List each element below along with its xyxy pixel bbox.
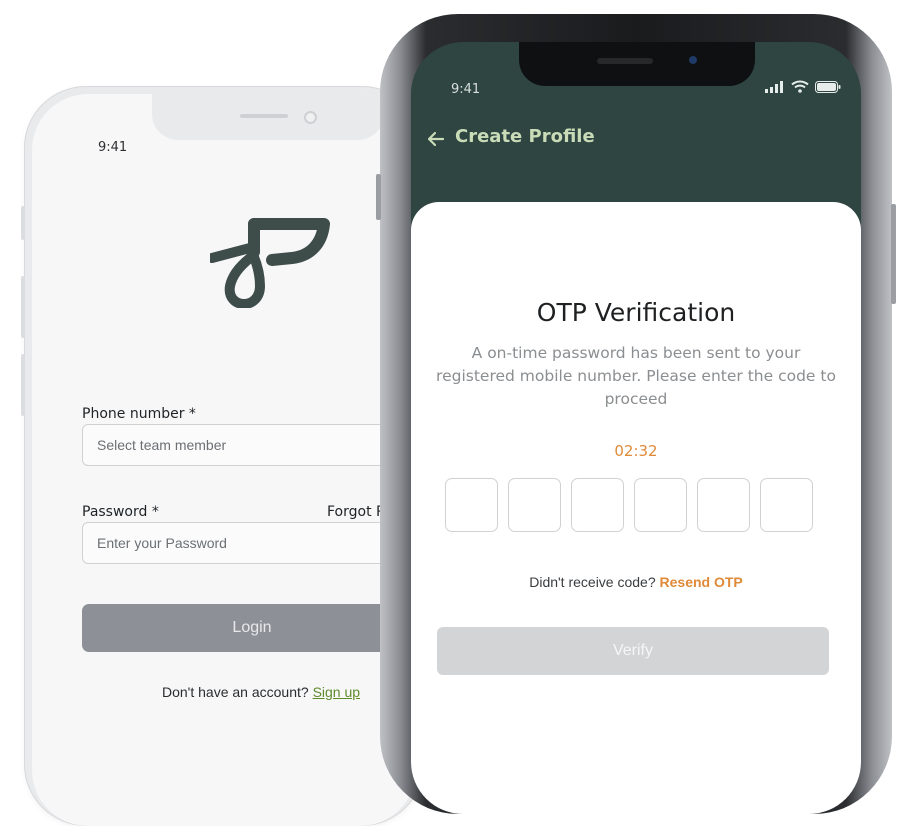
login-phone-frame: 9:41 Phone number * Password * Forgot P …	[21, 86, 424, 826]
signup-link[interactable]: Sign up	[313, 684, 360, 700]
password-field[interactable]	[82, 522, 416, 564]
phone-number-field[interactable]	[82, 424, 416, 466]
side-button	[21, 354, 25, 416]
side-button	[891, 204, 896, 304]
side-button	[376, 174, 381, 220]
otp-digit-box[interactable]	[634, 478, 687, 532]
signal-icon	[765, 80, 783, 93]
side-button	[21, 276, 25, 338]
otp-screen: 9:41 Create Profile OTP Verification A o…	[411, 42, 861, 814]
status-icons	[765, 80, 841, 93]
otp-card: OTP Verification A on-time password has …	[411, 202, 861, 814]
notch	[152, 94, 384, 140]
header-title: Create Profile	[455, 126, 595, 147]
otp-digit-box[interactable]	[571, 478, 624, 532]
otp-title: OTP Verification	[536, 298, 736, 327]
speaker	[597, 58, 653, 64]
signup-text: Don't have an account?	[162, 684, 309, 700]
notch	[519, 42, 755, 86]
signup-prompt: Don't have an account? Sign up	[162, 684, 360, 700]
camera	[304, 111, 317, 124]
resend-text: Didn't receive code?	[529, 574, 656, 590]
arrow-left-icon[interactable]	[425, 128, 447, 150]
speaker	[240, 114, 288, 118]
side-button	[21, 206, 25, 240]
login-screen: 9:41 Phone number * Password * Forgot P …	[32, 94, 416, 826]
battery-icon	[815, 80, 841, 93]
otp-input-group	[445, 478, 813, 532]
verify-button[interactable]: Verify	[437, 627, 829, 675]
countdown-timer: 02:32	[614, 442, 658, 460]
otp-digit-box[interactable]	[697, 478, 750, 532]
status-time: 9:41	[451, 82, 481, 97]
resend-prompt: Didn't receive code? Resend OTP	[411, 574, 861, 590]
password-label: Password *	[82, 504, 159, 520]
otp-phone-frame: 9:41 Create Profile OTP Verification A o…	[376, 14, 896, 814]
otp-digit-box[interactable]	[508, 478, 561, 532]
wifi-icon	[791, 80, 809, 93]
otp-description: A on-time password has been sent to your…	[436, 344, 836, 408]
forgot-password-link[interactable]: Forgot P	[327, 504, 384, 520]
camera	[689, 56, 697, 64]
login-button[interactable]: Login	[82, 604, 416, 652]
otp-digit-box[interactable]	[445, 478, 498, 532]
resend-otp-link[interactable]: Resend OTP	[660, 574, 743, 590]
otp-digit-box[interactable]	[760, 478, 813, 532]
bird-logo-icon	[210, 218, 330, 308]
status-time: 9:41	[98, 140, 128, 155]
phone-number-label: Phone number *	[82, 406, 196, 422]
